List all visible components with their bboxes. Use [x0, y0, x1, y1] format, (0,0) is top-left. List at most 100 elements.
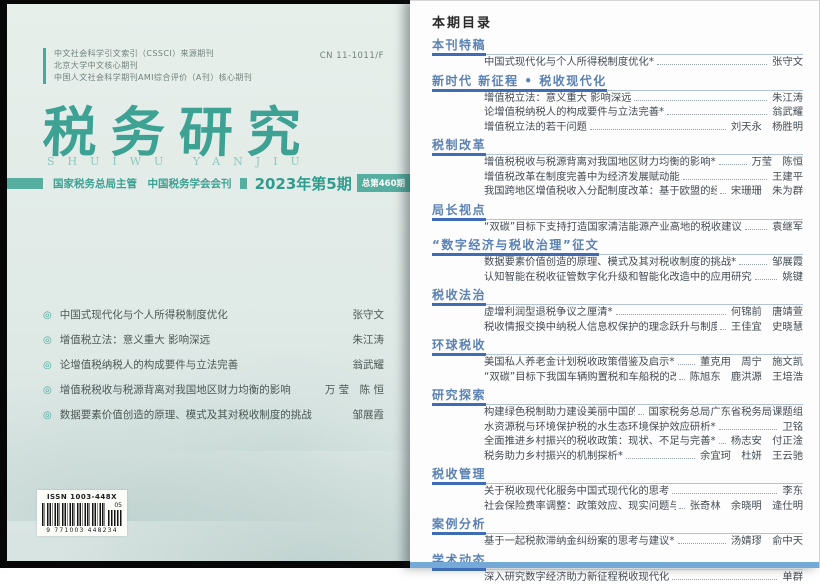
toc-entry-title: “双碳”目标下我国车辆购置税和车船税的改革建议：国际经验与借鉴*	[484, 370, 676, 385]
toc-section-title: 税制改革	[432, 137, 486, 156]
circle-bullet-icon: ◎	[43, 379, 52, 403]
toc-section-header: 税收管理	[432, 465, 803, 484]
dotted-leader	[679, 379, 685, 380]
toc-section-header: 本刊特稿	[432, 36, 803, 55]
toc-section-title: 案例分析	[432, 516, 486, 535]
toc-entry: 增值税税收与税源背离对我国地区财力均衡的影响*万莹 陈恒	[432, 155, 803, 170]
toc-entry-authors: 董克用 周宁 施文凯	[700, 355, 803, 370]
toc-entry: 认知智能在税收征管数字化升级和智能化改造中的应用研究姚键	[432, 270, 803, 285]
toc-entry-title: 增值税税收与税源背离对我国地区财力均衡的影响*	[484, 155, 716, 170]
dotted-leader	[672, 579, 777, 580]
dotted-leader	[657, 64, 767, 65]
dotted-leader	[679, 508, 685, 509]
toc-entry-authors: 陈旭东 鹿洪源 王培浩	[690, 370, 803, 385]
toc-entry-title: 税务助力乡村振兴的机制探析*	[484, 449, 623, 464]
page-bottom-bar	[410, 562, 819, 568]
toc-entry: 增值税立法的若干问题刘天永 杨胜明	[432, 120, 803, 135]
toc-entry: 基于一起税款滞纳金纠纷案的思考与建议*汤婧璆 俞中天	[432, 534, 803, 549]
toc-entry: 增值税立法：意义重大 影响深远 朱江涛	[432, 91, 803, 106]
toc-entry: 中国式现代化与个人所得税制度优化*张守文	[432, 55, 803, 70]
toc-section-list: 本刊特稿中国式现代化与个人所得税制度优化*张守文新时代 新征程 • 税收现代化增…	[432, 36, 803, 584]
barcode-corner-number: 05	[108, 503, 122, 509]
cover-featured-item: ◎增值税立法：意义重大 影响深远朱江涛	[43, 328, 384, 353]
toc-entry-authors: 翁武耀	[772, 105, 803, 120]
toc-entry-authors: 李东	[782, 484, 803, 499]
dotted-leader	[719, 164, 747, 165]
cover-featured-item: ◎数据要素价值创造的原理、模式及其对税收制度的挑战邹展霞	[43, 403, 384, 428]
toc-section-header: 案例分析	[432, 515, 803, 534]
toc-entry-authors: 张奇林 余晓明 逄仕明	[690, 499, 803, 514]
dotted-leader	[745, 229, 767, 230]
toc-entry-authors: 姚键	[782, 270, 803, 285]
toc-entry: 我国跨地区增值税收入分配制度改革：基于欧盟的经验借鉴*宋珊珊 朱为群	[432, 184, 803, 199]
toc-section-title: 新时代 新征程 • 税收现代化	[432, 73, 607, 92]
toc-entry: 税收情报交换中纳税人信息权保护的理念跃升与制度调适*王佳宜 史晓慧	[432, 320, 803, 335]
article-authors: 翁武耀	[353, 353, 385, 377]
toc-entry-title: 论增值税纳税人的构成要件与立法完善*	[484, 105, 664, 120]
toc-entry-title: 深入研究数字经济助力新征程税收现代化	[484, 570, 669, 584]
toc-entry-authors: 卫铭	[782, 420, 803, 435]
cover-featured-item: ◎ 增值税税收与税源背离对我国地区财力均衡的影响 万 莹 陈 恒	[43, 378, 384, 403]
dotted-leader	[634, 100, 767, 101]
toc-entry-title: 增值税改革在制度完善中为经济发展赋动能	[484, 170, 680, 185]
dotted-leader	[638, 414, 644, 415]
dotted-leader	[720, 193, 726, 194]
dotted-leader	[616, 314, 726, 315]
dotted-leader	[755, 279, 778, 280]
toc-entry: 论增值税纳税人的构成要件与立法完善* 翁武耀	[432, 105, 803, 120]
cover-featured-list: ◎中国式现代化与个人所得税制度优化张守文◎增值税立法：意义重大 影响深远朱江涛◎…	[43, 303, 384, 428]
barcode-icon	[42, 503, 106, 526]
toc-entry: 增值税改革在制度完善中为经济发展赋动能王建平	[432, 170, 803, 185]
accreditation-text: 中国人文社会科学期刊AMI综合评价（A刊）核心期刊	[54, 72, 252, 84]
toc-entry: 关于税收现代化服务中国式现代化的思考 李东	[432, 484, 803, 499]
accreditation-block: 中文社会科学引文索引（CSSCI）来源期刊北京大学中文核心期刊中国人文社会科学期…	[43, 48, 252, 84]
toc-entry-title: 美国私人养老金计划税收政策借鉴及启示*	[484, 355, 675, 370]
toc-entry-authors: 何锦前 唐靖萱	[731, 305, 803, 320]
toc-entry-authors: 邹展霞	[772, 255, 803, 270]
band-bar	[240, 178, 247, 189]
dotted-leader	[678, 543, 726, 544]
toc-entry-title: 我国跨地区增值税收入分配制度改革：基于欧盟的经验借鉴*	[484, 184, 717, 199]
cn-number: CN 11-1011/F	[320, 51, 384, 61]
accent-bar	[43, 48, 46, 84]
toc-entry-authors: 张守文	[772, 55, 803, 70]
toc-section-header: 税制改革	[432, 136, 803, 155]
toc-entry-title: 增值税立法：意义重大 影响深远	[484, 91, 631, 106]
toc-section-header: 税收法治	[432, 286, 803, 305]
circle-bullet-icon: ◎	[43, 329, 52, 353]
cover-featured-item: ◎中国式现代化与个人所得税制度优化张守文	[43, 303, 384, 328]
toc-section-title: “数字经济与税收治理”征文	[432, 237, 599, 256]
toc-entry-authors: 朱江涛	[772, 91, 803, 106]
toc-entry-authors: 刘天永 杨胜明	[731, 120, 803, 135]
journal-cover: 中文社会科学引文索引（CSSCI）来源期刊北京大学中文核心期刊中国人文社会科学期…	[0, 0, 410, 568]
dotted-leader	[626, 458, 695, 459]
toc-entry-title: 关于税收现代化服务中国式现代化的思考	[484, 484, 669, 499]
toc-page-title: 本期目录	[432, 12, 803, 31]
article-authors: 万 莹 陈 恒	[325, 378, 384, 402]
journal-title-pinyin: SHUIWU YANJIU	[47, 155, 313, 168]
dotted-leader	[667, 114, 767, 115]
toc-entry: 水资源税与环境保护税的水生态环境保护效应研析*卫铭	[432, 420, 803, 435]
toc-entry: 虚增利润型退税争议之厘清*何锦前 唐靖萱	[432, 305, 803, 320]
toc-entry-authors: 余宜珂 杜妍 王云驰	[700, 449, 803, 464]
article-title: 增值税立法：意义重大 影响深远	[60, 328, 210, 352]
dotted-leader	[672, 493, 777, 494]
barcode-block: ISSN 1003-448X 05 9 771003 448234	[37, 490, 127, 536]
toc-section-header: “数字经济与税收治理”征文	[432, 236, 803, 255]
toc-section-title: 研究探索	[432, 387, 486, 406]
article-title: 数据要素价值创造的原理、模式及其对税收制度的挑战	[60, 403, 312, 427]
dotted-leader	[719, 429, 778, 430]
toc-entry: “双碳”目标下我国车辆购置税和车船税的改革建议：国际经验与借鉴* 陈旭东 鹿洪源 …	[432, 370, 803, 385]
barcode-icon	[108, 510, 122, 526]
toc-section-header: 环球税收	[432, 336, 803, 355]
toc-section-title: 环球税收	[432, 337, 486, 356]
article-authors: 邹展霞	[353, 403, 385, 427]
article-title: 论增值税纳税人的构成要件与立法完善	[60, 353, 239, 377]
issue-label: 2023年第5期	[255, 173, 352, 194]
toc-section-title: 税收法治	[432, 287, 486, 306]
toc-entry: 深入研究数字经济助力新征程税收现代化单群	[432, 570, 803, 584]
toc-entry: 社会保险费率调整：政策效应、现实问题与优化建议*张奇林 余晓明 逄仕明	[432, 499, 803, 514]
article-authors: 张守文	[353, 303, 385, 327]
dotted-leader	[719, 443, 726, 444]
article-title: 增值税税收与税源背离对我国地区财力均衡的影响	[60, 378, 291, 402]
